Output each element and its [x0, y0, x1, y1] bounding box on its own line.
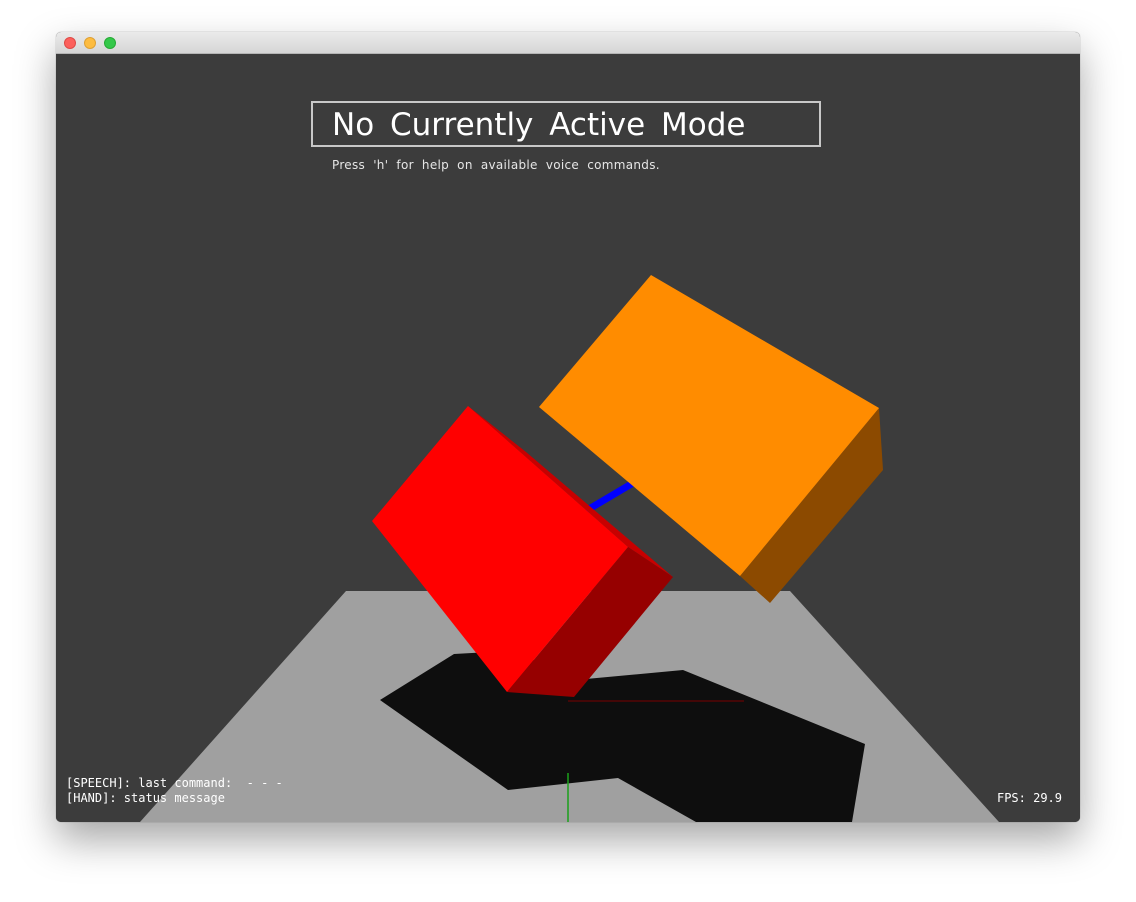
mode-title-box: No Currently Active Mode — [311, 101, 821, 147]
zoom-window-button[interactable] — [104, 37, 116, 49]
minimize-window-button[interactable] — [84, 37, 96, 49]
app-window: No Currently Active Mode Press 'h' for h… — [56, 32, 1080, 822]
speech-status: [SPEECH]: last command: - - - — [66, 776, 283, 790]
mode-title: No Currently Active Mode — [332, 107, 746, 143]
hand-status: [HAND]: status message — [66, 791, 225, 805]
help-hint: Press 'h' for help on available voice co… — [332, 158, 660, 172]
title-bar — [56, 32, 1080, 54]
close-window-button[interactable] — [64, 37, 76, 49]
blue-connector — [585, 479, 637, 513]
3d-viewport[interactable]: No Currently Active Mode Press 'h' for h… — [56, 54, 1080, 822]
fps-counter: FPS: 29.9 — [996, 791, 1062, 805]
